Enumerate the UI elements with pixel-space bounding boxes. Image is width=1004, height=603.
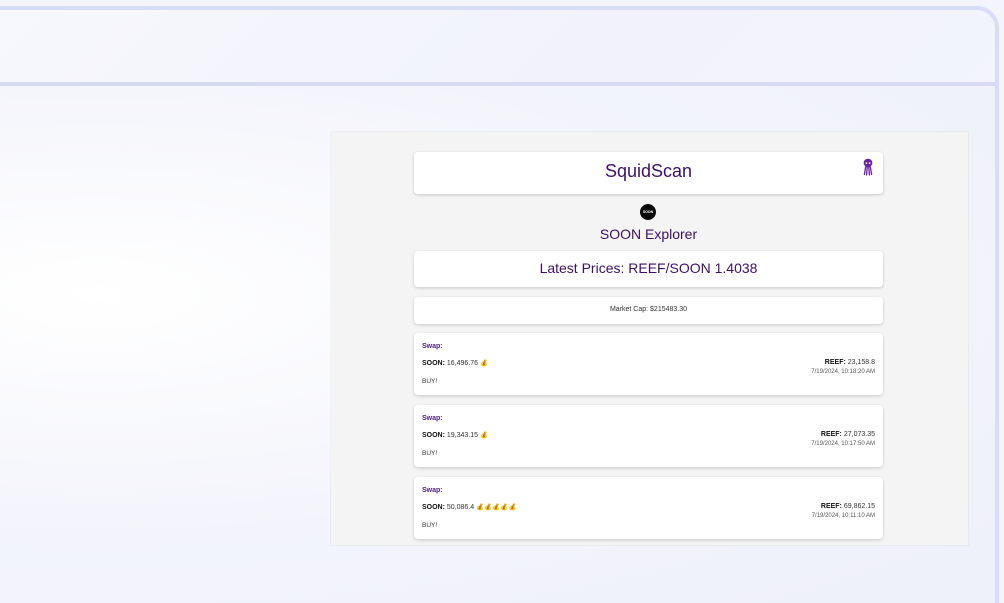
latest-prices-card: Latest Prices: REEF/SOON 1.4038 [414, 251, 883, 287]
soon-token-logo: SOON [640, 204, 656, 220]
swap-label: Swap: [422, 487, 443, 494]
money-bag-icon: 💰💰💰💰💰 [476, 504, 517, 511]
swap-label: Swap: [422, 415, 443, 422]
reef-value: 27,073.35 [843, 431, 875, 438]
swap-action: BUY! [422, 450, 438, 457]
money-bag-icon: 💰 [480, 360, 489, 367]
soon-key: SOON: [422, 504, 445, 511]
swap-card[interactable]: Swap: SOON: 16,496.76 💰 REEF: 23,158.8 7… [414, 333, 883, 395]
reef-value: 69,862.15 [843, 503, 875, 510]
reef-value: 23,158.8 [847, 359, 875, 366]
header-card: SquidScan [414, 152, 883, 194]
soon-amount: SOON: 19,343.15 💰 [422, 431, 488, 439]
swap-timestamp: 7/19/2024, 10:18:20 AM [811, 369, 875, 375]
reef-amount: REEF: 23,158.8 [825, 359, 875, 366]
swap-timestamp: 7/19/2024, 10:11:10 AM [811, 513, 875, 519]
swap-label: Swap: [422, 343, 443, 350]
money-bag-icon: 💰 [480, 432, 489, 439]
reef-key: REEF: [824, 359, 846, 366]
soon-value: 50,086.4 [446, 504, 475, 511]
explorer-title: SOON Explorer [599, 226, 698, 242]
app-title: SquidScan [604, 161, 693, 181]
market-cap-card: Market Cap: $215483.30 [414, 297, 883, 324]
swap-card[interactable]: Swap: SOON: 50,086.4 💰💰💰💰💰 REEF: 69,862.… [414, 477, 883, 539]
market-cap-text: Market Cap: $215483.30 [609, 306, 688, 313]
swap-card[interactable]: Swap: SOON: 19,343.15 💰 REEF: 27,073.35 … [414, 405, 883, 467]
soon-amount: SOON: 16,496.76 💰 [422, 359, 488, 367]
swap-action: BUY! [422, 522, 438, 529]
soon-key: SOON: [422, 360, 445, 367]
soon-amount: SOON: 50,086.4 💰💰💰💰💰 [422, 503, 517, 511]
toolbar-divider [0, 82, 995, 86]
soon-key: SOON: [422, 432, 445, 439]
soon-value: 19,343.15 [446, 432, 479, 439]
soon-value: 16,496.76 [446, 360, 479, 367]
reef-amount: REEF: 27,073.35 [821, 431, 875, 438]
swap-timestamp: 7/19/2024, 10:17:50 AM [811, 441, 875, 447]
reef-key: REEF: [820, 431, 842, 438]
reef-amount: REEF: 69,862.15 [821, 503, 875, 510]
squid-icon[interactable] [862, 158, 874, 176]
latest-prices-text: Latest Prices: REEF/SOON 1.4038 [539, 260, 758, 276]
reef-key: REEF: [820, 503, 842, 510]
app-viewport[interactable]: SquidScan SOON SOON Explorer Latest Pric… [331, 132, 968, 545]
swap-action: BUY! [422, 378, 438, 385]
